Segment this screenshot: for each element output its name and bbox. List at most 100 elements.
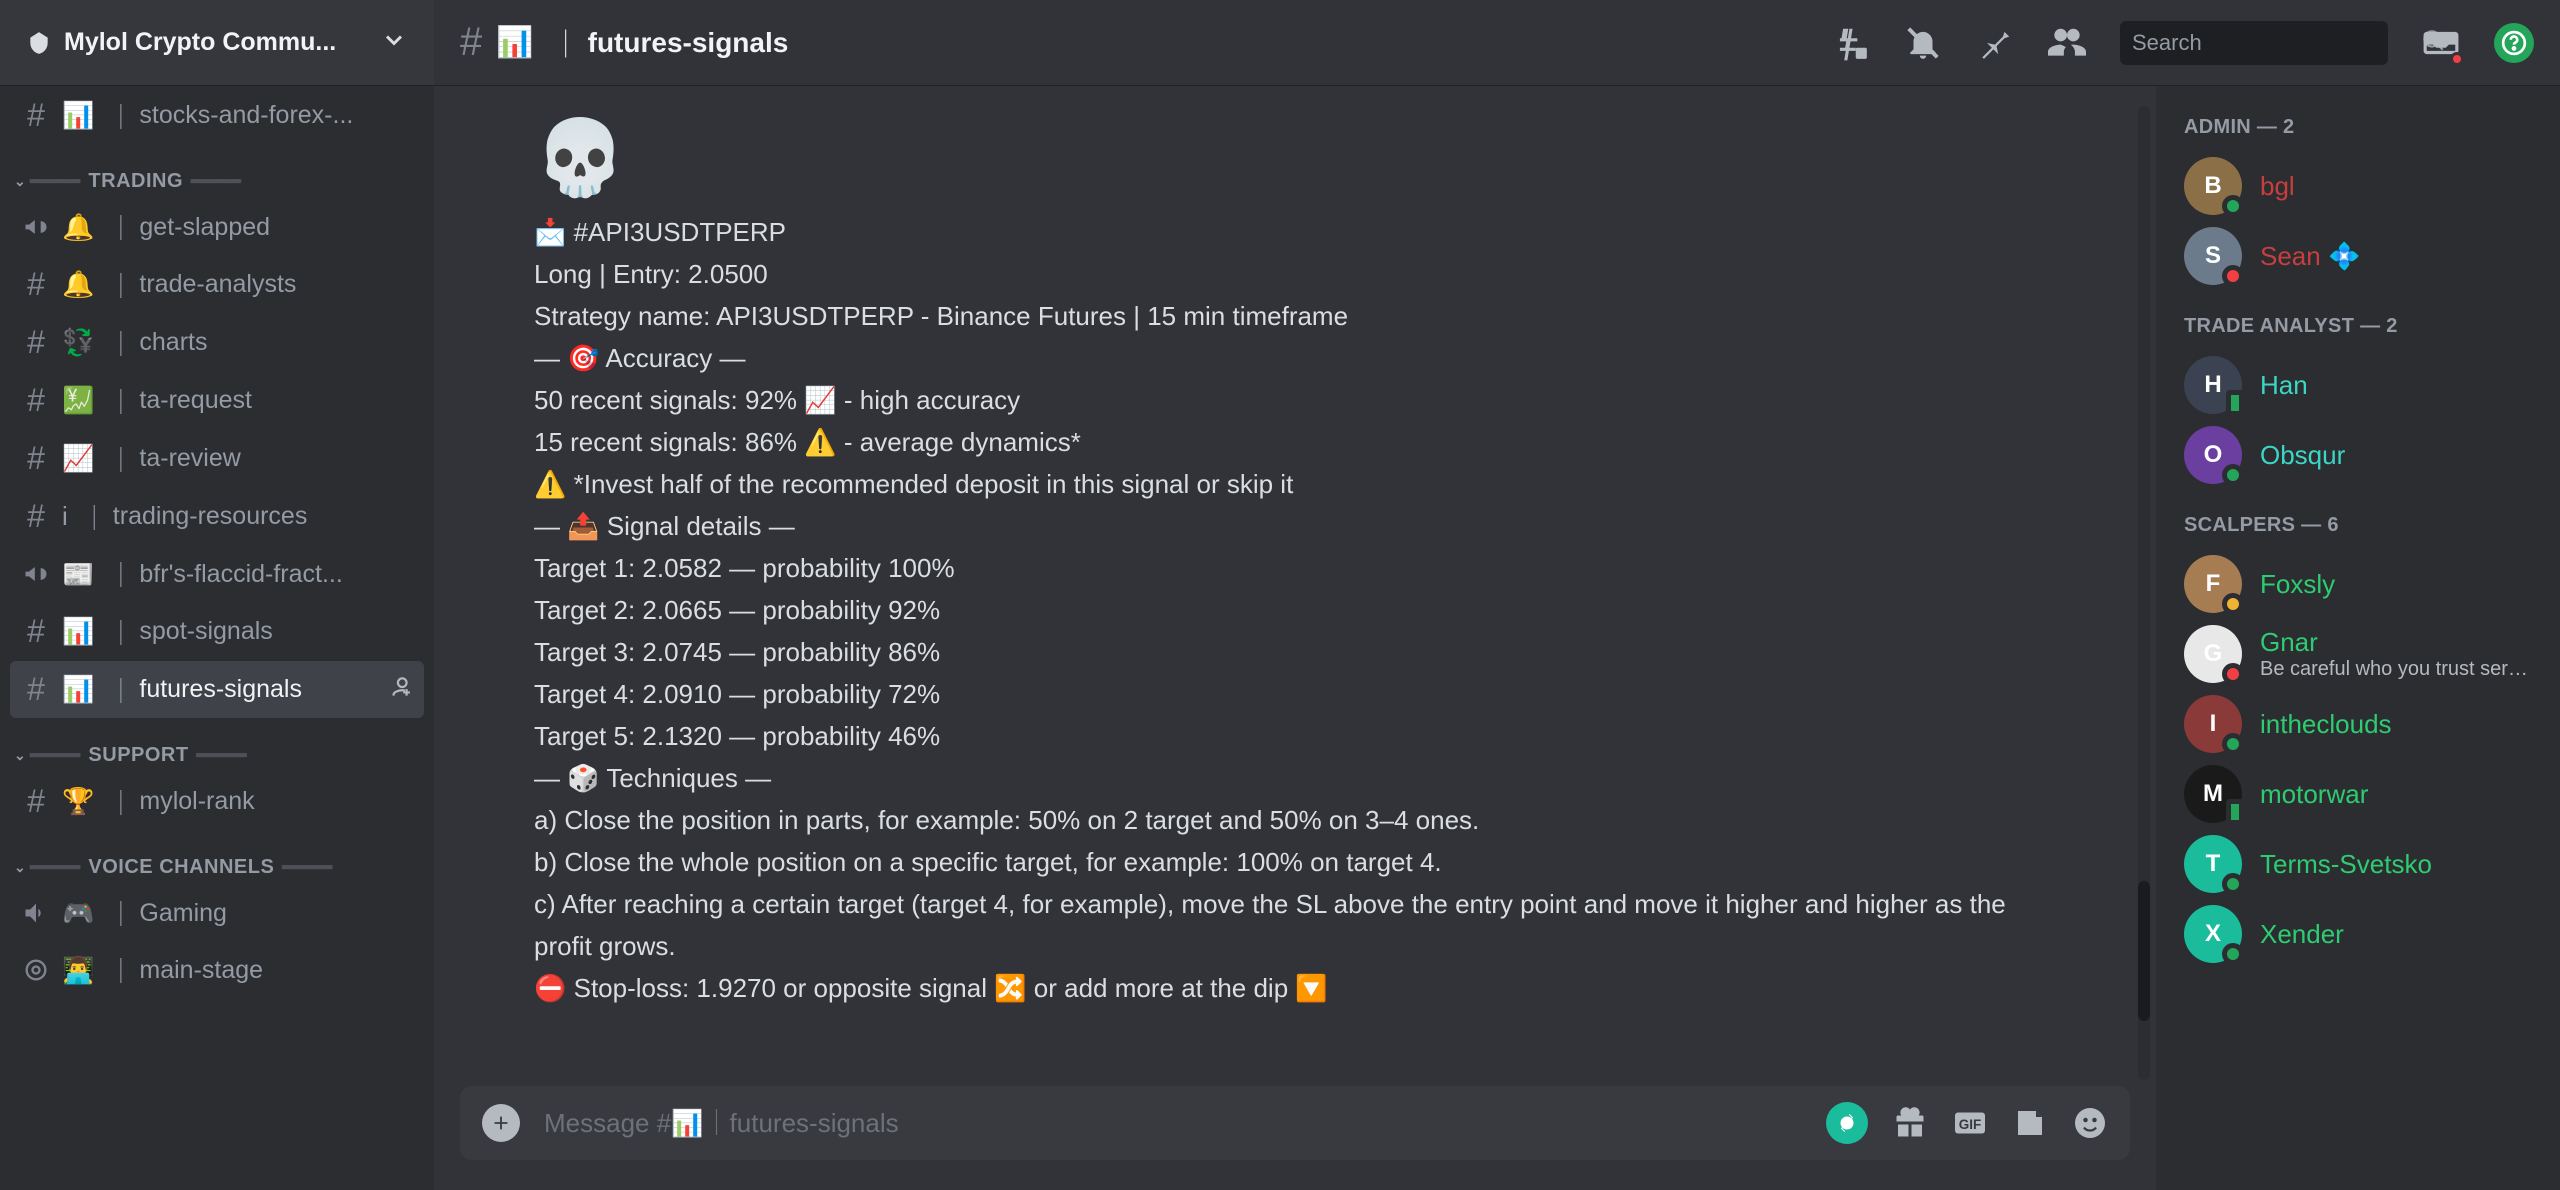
member-role-heading: TRADE ANALYST — 2 (2184, 315, 2532, 338)
message-line: Target 1: 2.0582 — probability 100% (534, 547, 2014, 589)
channel-emoji: 📰 (62, 559, 94, 590)
member-row[interactable]: Mmotorwar (2170, 759, 2546, 829)
channel-item[interactable]: #📈｜ta-review (10, 430, 424, 487)
member-row[interactable]: Bbgl (2170, 151, 2546, 221)
channel-emoji: 🔔 (62, 269, 94, 300)
member-row[interactable]: FFoxsly (2170, 549, 2546, 619)
channel-emoji: 📊 (62, 674, 94, 705)
status-indicator (2226, 799, 2244, 825)
channel-label: main-stage (139, 956, 263, 985)
member-name: intheclouds (2260, 709, 2392, 740)
channel-item[interactable]: #💱｜charts (10, 314, 424, 371)
status-indicator (2222, 195, 2244, 217)
help-icon[interactable] (2494, 23, 2534, 63)
channel-item[interactable]: 🔔｜get-slapped (10, 199, 424, 255)
channel-item[interactable]: #🔔｜trade-analysts (10, 256, 424, 313)
category-header[interactable]: ⌄━━━━VOICE CHANNELS━━━━ (10, 831, 424, 884)
channel-header-title: futures-signals (588, 27, 789, 59)
member-list-toggle-icon[interactable] (2048, 24, 2086, 62)
hash-icon: # (460, 20, 482, 65)
scrollbar-thumb[interactable] (2138, 881, 2150, 1021)
channel-emoji: 🎮 (62, 898, 94, 929)
category-header[interactable]: ⌄━━━━SUPPORT━━━━ (10, 719, 424, 772)
pinned-messages-icon[interactable] (1976, 24, 2014, 62)
member-row[interactable]: GGnarBe careful who you trust serg... (2170, 619, 2546, 689)
channel-item[interactable]: #🏆｜mylol-rank (10, 773, 424, 830)
category-header[interactable]: ⌄━━━━TRADING━━━━ (10, 145, 424, 198)
channel-emoji: 📊 (62, 100, 94, 131)
server-badge-icon (26, 30, 52, 56)
message-line: c) After reaching a certain target (targ… (534, 883, 2014, 967)
member-row[interactable]: Iintheclouds (2170, 689, 2546, 759)
status-indicator (2222, 733, 2244, 755)
member-role-heading: SCALPERS — 6 (2184, 514, 2532, 537)
member-name: bgl (2260, 171, 2295, 202)
message-line: — 🎯 Accuracy — (534, 337, 2014, 379)
member-row[interactable]: O Obsqur (2170, 420, 2546, 490)
member-row[interactable]: HHan (2170, 350, 2546, 420)
server-header[interactable]: Mylol Crypto Commu... (0, 0, 434, 86)
member-name: Obsqur (2260, 440, 2345, 471)
channel-label: trading-resources (113, 502, 308, 531)
member-name: Sean 💠 (2260, 241, 2360, 272)
message-input-bar: GIF (460, 1086, 2130, 1160)
channel-label: ta-request (139, 386, 252, 415)
channel-emoji: 👨‍💻 (62, 955, 94, 986)
member-row[interactable]: SSean 💠 (2170, 221, 2546, 291)
hash-icon: # (22, 324, 50, 361)
status-indicator (2222, 464, 2244, 486)
avatar: O (2184, 426, 2242, 484)
message-input[interactable] (544, 1108, 1802, 1139)
create-invite-icon[interactable] (386, 674, 412, 706)
inbox-icon[interactable] (2422, 24, 2460, 62)
channel-item[interactable]: #📊｜spot-signals (10, 603, 424, 660)
channel-emoji: 📊 (62, 616, 94, 647)
avatar: F (2184, 555, 2242, 613)
messages-scroll[interactable]: 💀 📩 #API3USDTPERP Long | Entry: 2.0500 S… (434, 86, 2156, 1086)
channel-header-emoji: 📊 (496, 25, 533, 60)
channel-item[interactable]: 🎮｜Gaming (10, 885, 424, 941)
emoji-icon[interactable] (2072, 1105, 2108, 1141)
channel-item[interactable]: #📊｜stocks-and-forex-... (10, 87, 424, 144)
megaphone-icon (22, 560, 50, 588)
channel-emoji: 🏆 (62, 786, 94, 817)
channel-label: get-slapped (139, 213, 270, 242)
channel-emoji: 📈 (62, 443, 94, 474)
channel-emoji: i (62, 501, 68, 532)
message-line: Target 3: 2.0745 — probability 86% (534, 631, 2014, 673)
sticker-icon[interactable] (2012, 1105, 2048, 1141)
main-area: # 📊 ｜ futures-signals (434, 0, 2560, 1190)
member-row[interactable]: TTerms-Svetsko (2170, 829, 2546, 899)
gift-icon[interactable] (1892, 1105, 1928, 1141)
member-name: Xender (2260, 919, 2344, 950)
chevron-down-icon: ⌄ (14, 747, 26, 764)
channel-item[interactable]: #💹｜ta-request (10, 372, 424, 429)
message-line: 15 recent signals: 86% ⚠️ - average dyna… (534, 421, 2014, 463)
member-row[interactable]: XXender (2170, 899, 2546, 969)
message-line: — 🎲 Techniques — (534, 757, 2014, 799)
channel-item[interactable]: #i｜trading-resources (10, 488, 424, 545)
chevron-down-icon: ⌄ (14, 173, 26, 190)
message-emoji-skull: 💀 (534, 114, 2156, 203)
stage-icon (22, 956, 50, 984)
search-box[interactable] (2120, 21, 2388, 65)
member-activity: Be careful who you trust serg... (2260, 658, 2532, 681)
channel-emoji: 💱 (62, 327, 94, 358)
channel-item[interactable]: 📰｜bfr's-flaccid-fract... (10, 546, 424, 602)
channel-label: trade-analysts (139, 270, 296, 299)
threads-icon[interactable] (1832, 24, 1870, 62)
message-line: 📩 #API3USDTPERP (534, 211, 2014, 253)
channel-sidebar: Mylol Crypto Commu... #📊｜stocks-and-fore… (0, 0, 434, 1190)
channel-item[interactable]: #📊｜futures-signals (10, 661, 424, 718)
notifications-muted-icon[interactable] (1904, 24, 1942, 62)
attach-button[interactable] (482, 1104, 520, 1142)
search-input[interactable] (2132, 30, 2420, 56)
message-line: — 📤 Signal details — (534, 505, 2014, 547)
message-line: Target 4: 2.0910 — probability 72% (534, 673, 2014, 715)
nitro-gift-icon[interactable] (1826, 1102, 1868, 1144)
hash-icon: # (22, 783, 50, 820)
channel-item[interactable]: 👨‍💻｜main-stage (10, 942, 424, 998)
channel-header: # 📊 ｜ futures-signals (434, 0, 2560, 86)
avatar: H (2184, 356, 2242, 414)
gif-icon[interactable]: GIF (1952, 1105, 1988, 1141)
